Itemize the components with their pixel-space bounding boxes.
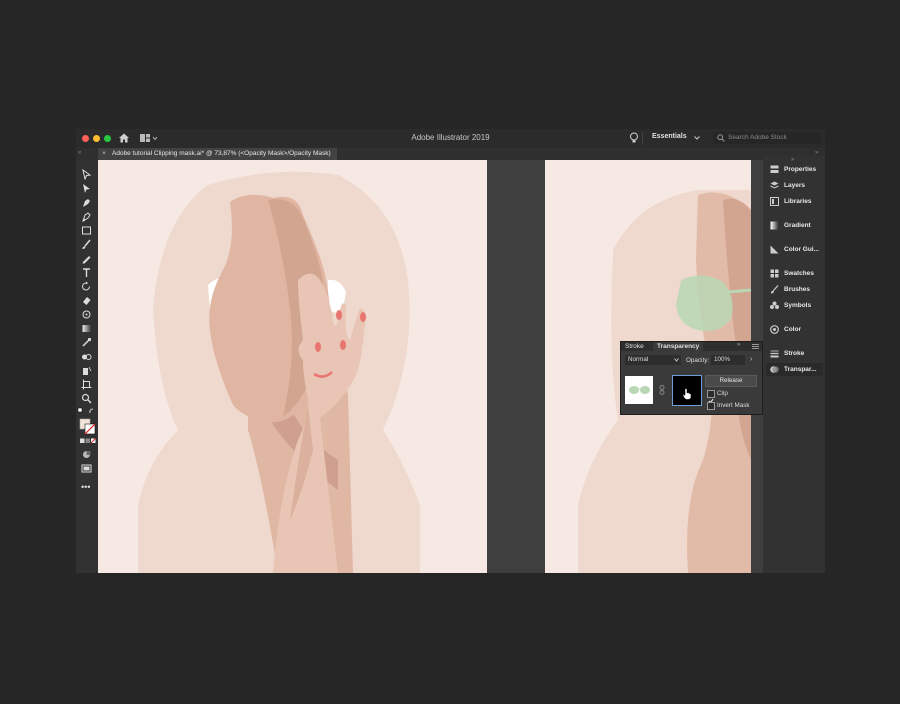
close-tab-icon[interactable]: × <box>102 148 106 160</box>
properties-panel-button[interactable]: Properties <box>766 163 823 176</box>
symbols-icon <box>770 301 779 309</box>
color-panel-button[interactable]: Color <box>766 323 823 336</box>
chevron-down-icon[interactable] <box>694 136 700 140</box>
draw-mode-icon[interactable] <box>81 449 92 460</box>
opacity-label: Opacity: <box>686 357 710 364</box>
sunglasses-thumbnail-icon <box>629 386 650 394</box>
panel-dock: » Properties Layers Libraries Gradient C… <box>763 156 825 573</box>
gradient-panel-button[interactable]: Gradient <box>766 219 823 232</box>
default-fill-stroke-icon[interactable] <box>77 407 97 415</box>
gradient-tool-icon[interactable] <box>81 323 92 334</box>
search-placeholder: Search Adobe Stock <box>728 134 787 141</box>
zoom-tool-icon[interactable] <box>81 393 92 404</box>
left-artboard <box>98 160 487 573</box>
tools-panel: ••• <box>76 160 98 573</box>
stroke-icon <box>770 350 779 358</box>
search-icon <box>717 134 725 142</box>
color-guide-panel-button[interactable]: Color Gui... <box>766 243 823 256</box>
swatches-panel-button[interactable]: Swatches <box>766 267 823 280</box>
opacity-slider-arrow-icon[interactable]: › <box>750 356 752 363</box>
document-tab[interactable]: × Adobe tutorial Clipping mask.ai* @ 73,… <box>98 148 337 160</box>
transparency-panel-button[interactable]: Transpar... <box>766 363 823 376</box>
invert-mask-checkbox[interactable] <box>707 402 715 410</box>
layers-icon <box>770 181 779 189</box>
libraries-panel-button[interactable]: Libraries <box>766 195 823 208</box>
selection-tool-icon[interactable] <box>81 169 92 180</box>
paintbrush-tool-icon[interactable] <box>81 239 92 250</box>
color-guide-icon <box>770 245 779 254</box>
rotate-tool-icon[interactable] <box>81 281 92 292</box>
gradient-icon <box>770 221 779 230</box>
curvature-tool-icon[interactable] <box>81 211 92 222</box>
swatches-icon <box>770 269 779 278</box>
warp-tool-icon[interactable] <box>81 309 92 320</box>
brushes-icon <box>770 285 779 294</box>
hand-cursor-icon <box>682 388 692 400</box>
tab-transparency[interactable]: Transparency <box>653 342 704 351</box>
pencil-tool-icon[interactable] <box>81 253 92 264</box>
artwork-thumbnail[interactable] <box>625 376 653 404</box>
layers-panel-button[interactable]: Layers <box>766 179 823 192</box>
opacity-mask-thumbnail[interactable] <box>672 375 702 406</box>
panel-collapse-icon[interactable]: » <box>737 342 740 348</box>
document-tab-title: Adobe tutorial Clipping mask.ai* @ 73,87… <box>112 150 331 157</box>
chevron-down-icon <box>674 358 679 362</box>
opacity-input[interactable]: 100% <box>711 355 745 365</box>
type-tool-icon[interactable] <box>81 267 92 278</box>
release-button[interactable]: Release <box>705 375 757 387</box>
pen-tool-icon[interactable] <box>81 197 92 208</box>
properties-icon <box>770 165 779 173</box>
illustrator-window: Adobe Illustrator 2019 Essentials Search… <box>76 129 825 573</box>
eyedropper-tool-icon[interactable] <box>81 337 92 348</box>
blend-mode-select[interactable]: Normal <box>625 355 681 365</box>
direct-selection-tool-icon[interactable] <box>81 183 92 194</box>
artboard-tool-icon[interactable] <box>81 379 92 390</box>
search-adobe-stock-input[interactable]: Search Adobe Stock <box>713 132 821 144</box>
lightbulb-icon[interactable] <box>629 132 639 144</box>
link-icon[interactable] <box>659 385 665 395</box>
collapse-icon[interactable]: « <box>78 150 81 156</box>
document-tab-bar: « » × Adobe tutorial Clipping mask.ai* @… <box>76 148 825 160</box>
brushes-panel-button[interactable]: Brushes <box>766 283 823 296</box>
blend-tool-icon[interactable] <box>81 351 92 362</box>
stroke-panel-button[interactable]: Stroke <box>766 347 823 360</box>
libraries-icon <box>770 197 779 206</box>
rectangle-tool-icon[interactable] <box>81 225 92 236</box>
more-tools-icon[interactable]: ••• <box>81 482 90 492</box>
panel-menu-icon[interactable] <box>752 344 759 349</box>
color-icon <box>770 325 779 334</box>
color-mode-icons[interactable] <box>79 438 96 444</box>
clip-label: Clip <box>717 390 728 397</box>
symbols-panel-button[interactable]: Symbols <box>766 299 823 312</box>
transparency-panel: Stroke Transparency » Normal Opacity: 10… <box>620 341 763 415</box>
eraser-tool-icon[interactable] <box>81 295 92 306</box>
fill-stroke-swatch-icon[interactable] <box>79 418 96 435</box>
transparency-icon <box>770 366 779 373</box>
tab-stroke[interactable]: Stroke <box>625 342 644 351</box>
invert-mask-label: Invert Mask <box>717 402 750 409</box>
title-bar: Adobe Illustrator 2019 Essentials Search… <box>76 129 825 148</box>
clip-checkbox[interactable] <box>707 390 715 404</box>
screen-mode-icon[interactable] <box>81 463 92 474</box>
workspace-switcher[interactable]: Essentials <box>652 133 687 140</box>
symbol-sprayer-tool-icon[interactable] <box>81 365 92 376</box>
